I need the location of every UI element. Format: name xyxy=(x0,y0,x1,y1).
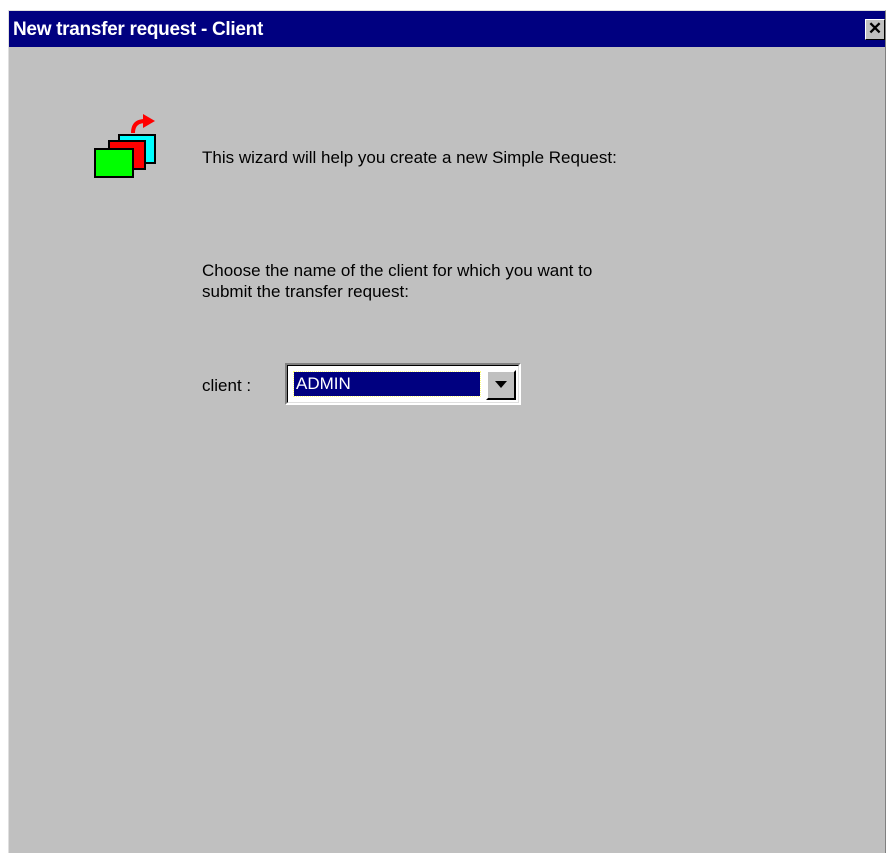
stacked-cards-arrow-icon xyxy=(89,111,159,181)
window-title: New transfer request - Client xyxy=(13,19,263,40)
client-select-value[interactable]: ADMIN xyxy=(293,371,481,397)
client-prompt-line1: Choose the name of the client for which … xyxy=(202,261,593,280)
client-select-frame: ADMIN xyxy=(287,365,519,403)
close-icon: ✕ xyxy=(867,19,883,38)
wizard-window: New transfer request - Client ✕ This wiz… xyxy=(8,10,886,853)
client-prompt-line2: submit the transfer request: xyxy=(202,282,409,301)
chevron-down-icon xyxy=(495,381,507,388)
client-select[interactable]: ADMIN xyxy=(285,363,521,405)
dropdown-button[interactable] xyxy=(486,370,516,400)
close-button[interactable]: ✕ xyxy=(865,19,885,40)
client-label: client : xyxy=(202,376,252,395)
wizard-intro-text: This wizard will help you create a new S… xyxy=(202,148,617,167)
title-bar[interactable]: New transfer request - Client ✕ xyxy=(9,11,885,47)
